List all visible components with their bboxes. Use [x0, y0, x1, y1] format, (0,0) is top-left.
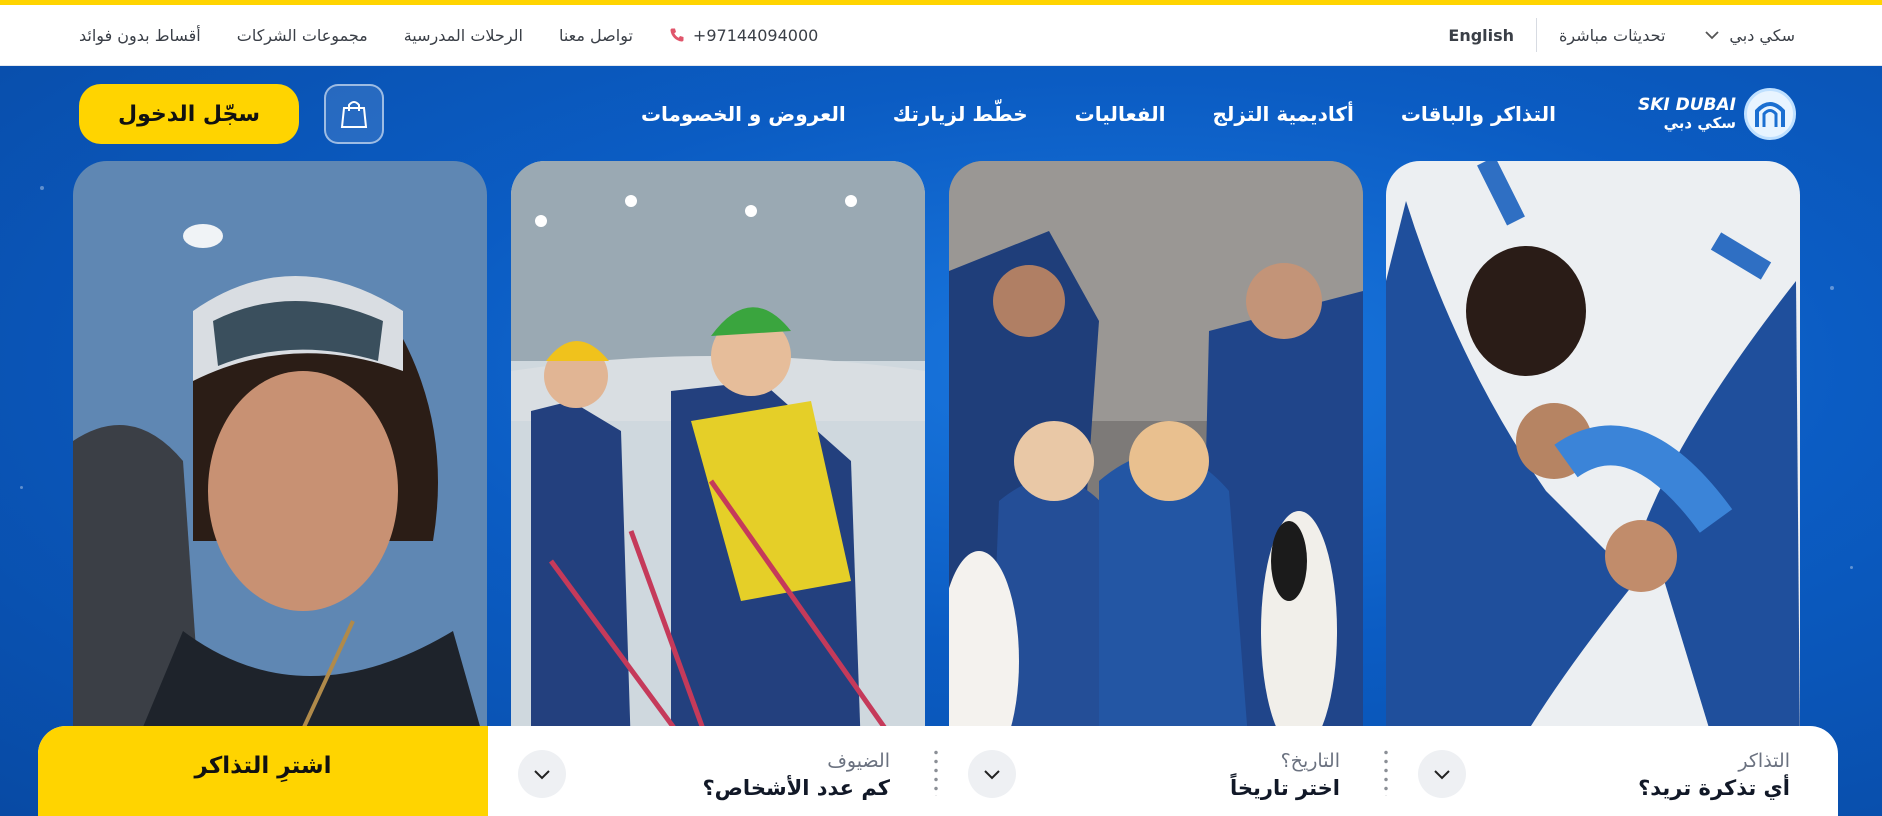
chevron-down-icon	[984, 770, 1000, 780]
tickets-field[interactable]: التذاكر أي تذكرة تريد؟	[1384, 726, 1838, 816]
corporate-groups-link[interactable]: مجموعات الشركات	[237, 26, 368, 45]
language-switch[interactable]: English	[1448, 26, 1514, 45]
photo-card-kids-snow[interactable]	[1386, 161, 1800, 751]
utility-bar: سكي دبي تحديثات مباشرة English +97144094…	[0, 5, 1882, 66]
snow-flake	[20, 486, 23, 489]
contact-phone-link[interactable]: +97144094000	[669, 26, 818, 45]
guests-field[interactable]: الضيوف كم عدد الأشخاص؟	[488, 726, 938, 816]
snow-flake	[1830, 286, 1834, 290]
chevron-down-icon	[534, 770, 550, 780]
buy-tickets-button[interactable]: اشترِ التذاكر	[38, 726, 488, 816]
nav-actions: سجّل الدخول	[79, 84, 384, 144]
snow-flake	[40, 186, 44, 190]
chevron-down-icon	[1705, 31, 1720, 40]
penguins-group-image	[949, 161, 1363, 751]
nav-item-ski-academy[interactable]: أكاديمية التزلج	[1213, 102, 1354, 126]
phone-icon	[670, 28, 684, 42]
date-field[interactable]: التاريخ؟ اختر تاريخاً	[934, 726, 1388, 816]
logo-english: SKI DUBAI	[1637, 95, 1736, 115]
main-nav: SKI DUBAI سكي دبي التذاكر والباقات أكادي…	[0, 66, 1882, 162]
photo-card-snowboarder[interactable]	[73, 161, 487, 751]
utility-left: +97144094000 تواصل معنا الرحلات المدرسية…	[79, 26, 818, 45]
guests-label: الضيوف	[827, 750, 890, 772]
nav-item-offers[interactable]: العروض و الخصومات	[641, 102, 846, 126]
nav-links: التذاكر والباقات أكاديمية التزلج الفعالي…	[641, 102, 1556, 126]
hero-section: SKI DUBAI سكي دبي التذاكر والباقات أكادي…	[0, 66, 1882, 816]
date-field-text: التاريخ؟ اختر تاريخاً	[1230, 750, 1340, 800]
shopping-bag-icon	[340, 101, 368, 128]
tickets-dropdown-button[interactable]	[1418, 750, 1466, 798]
date-label: التاريخ؟	[1280, 750, 1340, 772]
contact-us-link[interactable]: تواصل معنا	[559, 26, 633, 45]
kids-skiing-image	[511, 161, 925, 751]
nav-item-tickets[interactable]: التذاكر والباقات	[1401, 102, 1556, 126]
login-button[interactable]: سجّل الدخول	[79, 84, 299, 144]
site-logo[interactable]: SKI DUBAI سكي دبي	[1638, 88, 1796, 140]
logo-text: SKI DUBAI سكي دبي	[1638, 97, 1736, 131]
booking-bar: التذاكر أي تذكرة تريد؟ التاريخ؟ اختر تار…	[38, 726, 1838, 816]
location-selector[interactable]: سكي دبي	[1703, 26, 1795, 45]
kids-in-snow-image	[1386, 161, 1800, 751]
guests-field-text: الضيوف كم عدد الأشخاص؟	[703, 750, 891, 800]
photo-card-penguins[interactable]	[949, 161, 1363, 751]
phone-number: +97144094000	[692, 25, 819, 45]
nav-item-events[interactable]: الفعاليات	[1075, 102, 1166, 126]
installments-link[interactable]: أقساط بدون فوائد	[79, 26, 201, 45]
date-dropdown-button[interactable]	[968, 750, 1016, 798]
logo-arabic: سكي دبي	[1663, 114, 1736, 132]
live-updates-label: تحديثات مباشرة	[1559, 25, 1666, 45]
cart-button[interactable]	[324, 84, 384, 144]
date-value: اختر تاريخاً	[1229, 776, 1340, 800]
tickets-field-text: التذاكر أي تذكرة تريد؟	[1638, 750, 1790, 800]
tickets-label: التذاكر	[1738, 750, 1790, 772]
live-updates-link[interactable]: تحديثات مباشرة	[1559, 26, 1665, 45]
snow-flake	[1850, 566, 1853, 569]
divider	[1536, 18, 1538, 52]
guests-value: كم عدد الأشخاص؟	[702, 776, 891, 800]
snowboarder-portrait-image	[73, 161, 487, 751]
chevron-down-icon	[1434, 770, 1450, 780]
tickets-value: أي تذكرة تريد؟	[1638, 776, 1790, 800]
utility-right: سكي دبي تحديثات مباشرة English	[1448, 18, 1795, 52]
nav-item-plan-visit[interactable]: خطّط لزيارتك	[893, 102, 1028, 126]
logo-badge-icon	[1744, 88, 1796, 140]
guests-dropdown-button[interactable]	[518, 750, 566, 798]
school-trips-link[interactable]: الرحلات المدرسية	[404, 26, 523, 45]
location-label: سكي دبي	[1729, 25, 1795, 45]
photo-card-ski-kids[interactable]	[511, 161, 925, 751]
